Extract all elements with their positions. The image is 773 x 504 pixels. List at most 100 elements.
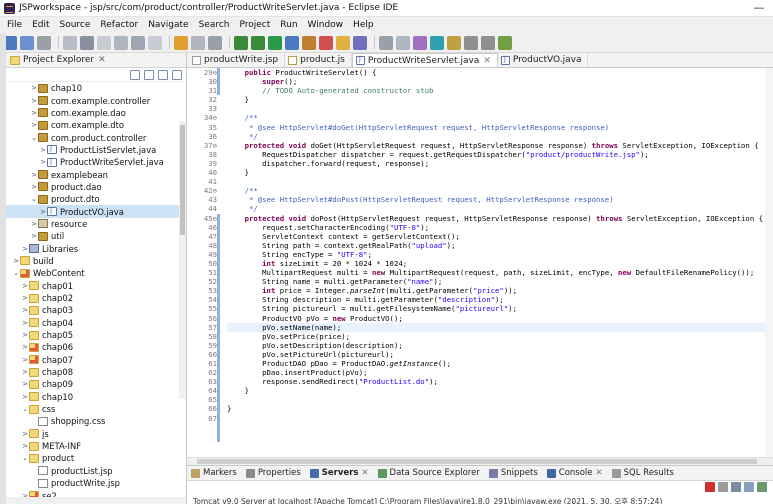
editor-tab[interactable]: ProductVO.java [498,53,589,67]
code-line[interactable]: pVo.setPictureUrl(pictureurl); [227,350,767,359]
menu-file[interactable]: File [2,20,27,30]
menu-project[interactable]: Project [234,20,275,30]
toolbar-button-icon[interactable] [174,35,188,50]
tree-item[interactable]: > ProductListServlet.java [6,144,186,156]
tree-item[interactable]: ⌄ com.product.controller [6,131,186,143]
toolbar-button-icon[interactable] [413,35,427,50]
tree-item[interactable]: ⌄ product [6,452,186,464]
expanded-arrow-icon[interactable]: ⌄ [30,134,38,142]
bottom-tab-data-source-explorer[interactable]: Data Source Explorer [377,468,480,478]
toolbar-button-icon[interactable] [97,35,111,50]
toolbar-button-icon[interactable] [251,35,265,50]
close-icon[interactable]: ✕ [361,468,368,478]
tree-item[interactable]: > ProductWriteServlet.java [6,156,186,168]
tree-item[interactable]: > chap10 [6,82,186,94]
collapsed-arrow-icon[interactable]: > [21,368,29,376]
menu-navigate[interactable]: Navigate [143,20,193,30]
collapsed-arrow-icon[interactable]: > [21,380,29,388]
tree-item[interactable]: > chap07 [6,354,186,366]
collapsed-arrow-icon[interactable]: > [21,245,29,253]
code-line[interactable] [227,177,767,186]
collapsed-arrow-icon[interactable]: > [21,356,29,364]
explorer-horizontal-scrollbar[interactable] [6,497,186,504]
tree-item[interactable]: > js [6,428,186,440]
code-line[interactable]: } [227,386,767,395]
code-line[interactable]: String path = context.getRealPath("uploa… [227,241,767,250]
explorer-vertical-scrollbar[interactable] [179,121,186,399]
toolbar-button-icon[interactable] [353,35,367,50]
code-line[interactable]: String pictureurl = multi.getFilesystemN… [227,304,767,313]
collapsed-arrow-icon[interactable]: > [39,158,47,166]
toolbar-button-icon[interactable] [37,35,51,50]
code-line[interactable]: MultipartRequest multi = new MultipartRe… [227,268,767,277]
code-line[interactable]: } [227,95,767,104]
scrollbar-thumb[interactable] [180,125,185,235]
code-line[interactable]: } [227,168,767,177]
code-line[interactable]: String description = multi.getParameter(… [227,295,767,304]
editor-tab[interactable]: productWrite.jsp [189,53,286,67]
code-line[interactable]: protected void doPost(HttpServletRequest… [227,214,767,223]
code-line[interactable]: ProductVO pVo = new ProductVO(); [227,314,767,323]
collapsed-arrow-icon[interactable]: > [21,294,29,302]
tree-item[interactable]: > ProductVO.java [6,205,186,218]
code-line[interactable]: protected void doGet(HttpServletRequest … [227,141,767,150]
tree-item[interactable]: > chap02 [6,292,186,304]
tree-item[interactable]: > Libraries [6,242,186,254]
collapsed-arrow-icon[interactable]: > [21,306,29,314]
toolbar-button-icon[interactable] [396,35,410,50]
toolbar-button-icon[interactable] [285,35,299,50]
code-line[interactable]: // TODO Auto-generated constructor stub [227,86,767,95]
code-line[interactable]: public ProductWriteServlet() { [227,68,767,77]
code-line[interactable] [227,414,767,423]
menu-help[interactable]: Help [348,20,379,30]
collapsed-arrow-icon[interactable]: > [30,183,38,191]
tree-item[interactable]: > build [6,255,186,267]
code-area[interactable]: 29⊖ 30 31 32 33 34⊖ 35 36 37⊖ 38 39 40 41 42⊖ 43 44 45⊖ 4… [187,68,773,465]
toolbar-button-icon[interactable] [268,35,282,50]
scroll-lock-icon[interactable] [744,482,754,492]
collapsed-arrow-icon[interactable]: > [12,257,20,265]
editor-tab[interactable]: ProductWriteServlet.java✕ [351,53,498,67]
toolbar-button-icon[interactable] [148,35,162,50]
tree-item[interactable]: > chap10 [6,391,186,403]
expanded-arrow-icon[interactable]: ⌄ [30,195,38,203]
tree-item[interactable]: > com.example.dto [6,119,186,131]
code-line[interactable] [227,104,767,113]
close-icon[interactable]: ✕ [483,56,491,66]
collapsed-arrow-icon[interactable]: > [30,220,38,228]
code-line[interactable]: pDao.insertProduct(pVo); [227,368,767,377]
editor-vertical-scrollbar[interactable] [765,68,773,465]
collapsed-arrow-icon[interactable]: > [21,331,29,339]
toolbar-button-icon[interactable] [302,35,316,50]
clear-console-icon[interactable] [731,482,741,492]
bottom-tab-snippets[interactable]: Snippets [488,468,538,478]
tree-item[interactable]: > com.example.controller [6,94,186,106]
code-line[interactable] [227,395,767,404]
collapsed-arrow-icon[interactable]: > [21,393,29,401]
code-line[interactable]: dispatcher.forward(request, response); [227,159,767,168]
code-line[interactable]: request.setCharacterEncoding("UTF-8"); [227,223,767,232]
collapsed-arrow-icon[interactable]: > [30,171,38,179]
close-icon[interactable]: ✕ [596,468,603,478]
toolbar-button-icon[interactable] [498,35,512,50]
menu-refactor[interactable]: Refactor [95,20,143,30]
project-explorer-tab[interactable]: Project Explorer ✕ [6,53,186,68]
code-line[interactable]: String encType = "UTF-8"; [227,250,767,259]
link-with-editor-icon[interactable] [144,69,154,80]
terminate-icon[interactable] [705,482,715,492]
bottom-tab-sql-results[interactable]: SQL Results [611,468,674,478]
open-console-icon[interactable] [757,482,767,492]
tree-item[interactable]: > chap06 [6,341,186,353]
toolbar-button-icon[interactable] [191,35,205,50]
collapsed-arrow-icon[interactable]: > [30,121,38,129]
collapsed-arrow-icon[interactable]: > [21,282,29,290]
collapsed-arrow-icon[interactable]: > [21,343,29,351]
code-line[interactable]: */ [227,204,767,213]
collapsed-arrow-icon[interactable]: > [39,146,47,154]
tree-item[interactable]: ⌄ product.dto [6,193,186,205]
code-line[interactable]: response.sendRedirect("ProductList.do"); [227,377,767,386]
menu-source[interactable]: Source [55,20,96,30]
collapsed-arrow-icon[interactable]: > [30,232,38,240]
code-line[interactable]: pVo.setName(name); [227,322,767,332]
tree-item[interactable]: ⌄ css [6,403,186,415]
